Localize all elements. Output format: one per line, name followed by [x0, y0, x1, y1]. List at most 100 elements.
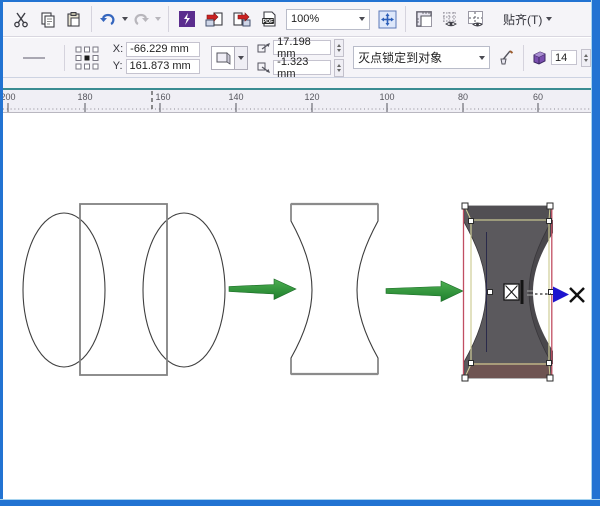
window-border-bottom	[0, 499, 600, 506]
guidelines-toggle-icon	[467, 11, 483, 27]
right-ellipse[interactable]	[142, 212, 226, 368]
redo-button[interactable]	[130, 5, 152, 33]
vp-x-field[interactable]: 17.198 mm	[273, 36, 332, 60]
vanishing-point-coords-group: 17.198 mm -1.323 mm	[257, 36, 345, 80]
snap-menu-label: 贴齐(T)	[503, 12, 543, 27]
extrusion-type-menu-button[interactable]	[235, 45, 249, 70]
property-bar-overflow[interactable]	[9, 56, 59, 59]
spin-up-icon	[584, 53, 588, 57]
undo-menu-button[interactable]	[119, 5, 130, 33]
anchor-grid-icon	[75, 46, 99, 69]
drawing-canvas[interactable]	[3, 114, 591, 499]
chevron-down-icon	[359, 17, 365, 21]
green-arrow-icon	[228, 278, 297, 300]
zoom-fit-button[interactable]	[374, 5, 400, 33]
standard-toolbar: PDF 100% 贴齐(T)	[3, 2, 591, 37]
ruler-label: 180	[77, 92, 93, 102]
vp-x-coordinate-icon	[257, 42, 271, 52]
import-icon	[205, 11, 223, 26]
vp-y-spinner[interactable]	[334, 58, 345, 77]
zoom-level-value: 100%	[291, 13, 320, 25]
extrude-depth-field[interactable]: 14	[551, 50, 577, 65]
window-border-right	[591, 0, 600, 506]
extrusion-type-icon	[216, 51, 231, 65]
step-arrow-2[interactable]	[385, 280, 464, 302]
dash-icon	[22, 56, 45, 59]
window-border-left	[0, 0, 3, 506]
green-arrow-icon	[385, 280, 464, 302]
window-border-top	[0, 0, 600, 2]
cut-button[interactable]	[8, 5, 34, 33]
source-rectangle[interactable]	[79, 203, 168, 376]
export-icon	[233, 11, 251, 26]
spin-up-icon	[337, 43, 342, 47]
undo-icon	[100, 13, 115, 25]
vanishing-point-marker[interactable]	[569, 287, 585, 303]
spin-up-icon	[337, 63, 342, 67]
vp-y-field[interactable]: -1.323 mm	[273, 56, 332, 80]
paste-icon	[66, 11, 80, 27]
copy-icon	[40, 11, 55, 28]
import-button[interactable]	[200, 5, 228, 33]
trimmed-concave-figure[interactable]	[290, 202, 379, 376]
source-shapes-figure[interactable]	[22, 203, 226, 376]
copy-vp-button[interactable]	[495, 45, 518, 71]
extruded-object-figure[interactable]	[461, 202, 569, 382]
vp-mode-dropdown[interactable]: 灭点锁定到对象	[353, 46, 490, 69]
left-ellipse[interactable]	[22, 212, 106, 368]
ruler-label: 60	[532, 92, 544, 102]
application-launcher-button[interactable]	[174, 5, 200, 33]
object-origin-selector[interactable]	[74, 45, 103, 71]
property-bar: X: -66.229 mm Y: 161.873 mm 17.198 mm -1…	[3, 36, 591, 80]
redo-icon	[134, 13, 149, 25]
ruler-label: 140	[228, 92, 244, 102]
ruler-label: 120	[304, 92, 320, 102]
ruler-label: 100	[379, 92, 395, 102]
extrude-depth-slider[interactable]	[520, 280, 524, 304]
grid-toggle-icon	[442, 12, 457, 27]
publish-pdf-icon: PDF	[262, 10, 276, 27]
x-position-value: -66.229 mm	[130, 43, 189, 55]
redo-menu-button[interactable]	[152, 5, 163, 33]
snap-menu-button[interactable]: 贴齐(T)	[499, 6, 556, 32]
extrude-depth-icon	[533, 51, 546, 65]
toolbar-gap-band	[3, 78, 591, 88]
extrude-center-handle[interactable]	[503, 283, 520, 301]
extrude-depth-group: 14	[531, 48, 591, 67]
separator	[523, 44, 524, 71]
copy-button[interactable]	[34, 5, 60, 33]
vp-x-spinner[interactable]	[334, 38, 345, 57]
ruler-toggle-button[interactable]	[411, 5, 437, 33]
vp-arrow-icon[interactable]	[553, 286, 569, 303]
separator	[91, 6, 92, 32]
copy-vp-icon	[500, 50, 514, 65]
app-window: PDF 100% 贴齐(T) X: -66.229 mm Y: 161.873 …	[0, 0, 600, 506]
paste-button[interactable]	[60, 5, 86, 33]
y-position-field[interactable]: 161.873 mm	[125, 58, 200, 74]
extrude-depth-value: 14	[555, 51, 568, 64]
vp-mode-value: 灭点锁定到对象	[358, 51, 443, 65]
svg-text:PDF: PDF	[263, 18, 275, 24]
separator	[405, 6, 406, 32]
application-launcher-icon	[179, 11, 195, 27]
x-position-field[interactable]: -66.229 mm	[126, 41, 201, 57]
zoom-level-combo[interactable]: 100%	[286, 8, 370, 30]
extrusion-type-splitbutton[interactable]	[211, 45, 249, 70]
zoom-fit-icon	[378, 10, 396, 28]
ruler-label: 80	[457, 92, 469, 102]
publish-pdf-button[interactable]: PDF	[256, 5, 282, 33]
export-button[interactable]	[228, 5, 256, 33]
extrusion-top-face	[464, 206, 551, 221]
extrusion-bottom-face	[464, 363, 551, 378]
grid-toggle-button[interactable]	[437, 5, 463, 33]
horizontal-ruler[interactable]: 200 180 160 140 120 100 80 60	[0, 90, 591, 113]
chevron-down-icon	[154, 17, 161, 21]
guidelines-toggle-button[interactable]	[463, 5, 489, 33]
extrude-depth-spinner[interactable]	[581, 48, 591, 67]
chevron-down-icon	[546, 17, 553, 21]
undo-button[interactable]	[97, 5, 119, 33]
separator	[63, 44, 65, 71]
spin-down-icon	[337, 68, 342, 72]
step-arrow-1[interactable]	[228, 278, 297, 300]
spin-down-icon	[337, 48, 342, 52]
